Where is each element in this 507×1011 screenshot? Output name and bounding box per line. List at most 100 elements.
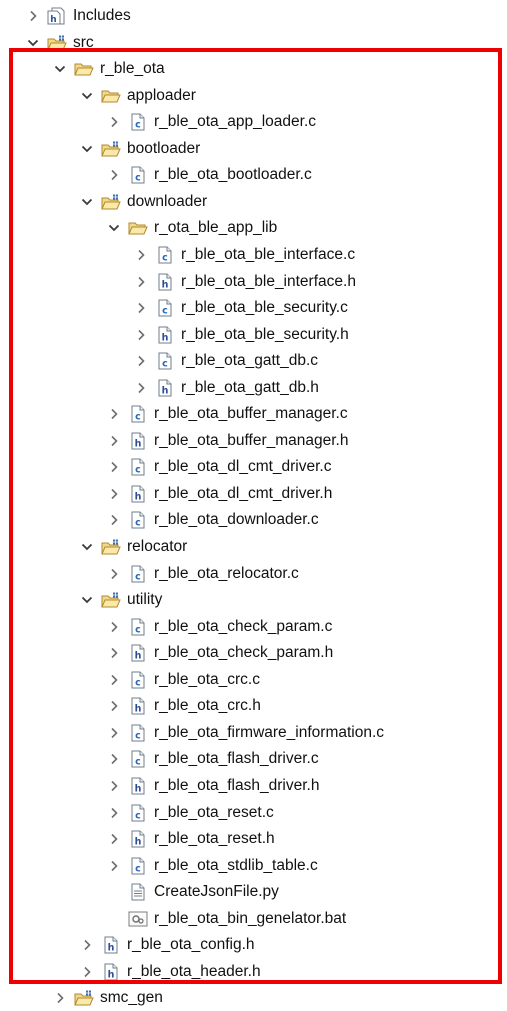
c-file-icon: c <box>128 565 148 583</box>
tree-item-relocator[interactable]: relocator <box>79 534 187 560</box>
tree-item-r-ble-ota-ble-security-h[interactable]: h r_ble_ota_ble_security.h <box>133 322 349 348</box>
tree-item-label: relocator <box>127 538 188 555</box>
chevron-right-icon[interactable] <box>133 247 149 263</box>
svg-text:c: c <box>135 412 141 423</box>
tree-item-label: r_ble_ota_firmware_information.c <box>154 723 385 741</box>
tree-item-includes[interactable]: h Includes <box>25 3 131 29</box>
chevron-down-icon[interactable] <box>106 220 122 236</box>
chevron-right-icon[interactable] <box>106 406 122 422</box>
chevron-right-icon[interactable] <box>133 300 149 316</box>
chevron-right-icon[interactable] <box>106 512 122 528</box>
tree-item-r-ble-ota-gatt-db-c[interactable]: c r_ble_ota_gatt_db.c <box>133 348 318 374</box>
chevron-down-icon[interactable] <box>25 35 41 51</box>
tree-item-r-ble-ota-buffer-manager-h[interactable]: h r_ble_ota_buffer_manager.h <box>106 428 348 454</box>
tree-item-r-ble-ota[interactable]: r_ble_ota <box>52 56 165 82</box>
tree-item-r-ble-ota-flash-driver-h[interactable]: h r_ble_ota_flash_driver.h <box>106 773 319 799</box>
tree-item-apploader[interactable]: apploader <box>79 83 196 109</box>
tree-item-label: Includes <box>73 7 131 24</box>
tree-item-r-ble-ota-gatt-db-h[interactable]: h r_ble_ota_gatt_db.h <box>133 375 319 401</box>
tree-item-r-ble-ota-firmware-information-c[interactable]: c r_ble_ota_firmware_information.c <box>106 720 384 746</box>
tree-item-r-ble-ota-ble-interface-h[interactable]: h r_ble_ota_ble_interface.h <box>133 269 356 295</box>
tree-item-r-ble-ota-flash-driver-c[interactable]: c r_ble_ota_flash_driver.c <box>106 746 319 772</box>
h-file-icon: h <box>101 963 121 981</box>
tree-item-r-ble-ota-crc-h[interactable]: h r_ble_ota_crc.h <box>106 693 261 719</box>
tree-item-bootloader[interactable]: bootloader <box>79 136 200 162</box>
tree-item-r-ble-ota-bootloader-c[interactable]: c r_ble_ota_bootloader.c <box>106 162 312 188</box>
svg-text:c: c <box>135 624 141 635</box>
tree-item-r-ble-ota-crc-c[interactable]: c r_ble_ota_crc.c <box>106 667 260 693</box>
tree-item-label: r_ble_ota_reset.h <box>154 830 275 848</box>
chevron-down-icon[interactable] <box>52 61 68 77</box>
chevron-right-icon[interactable] <box>79 964 95 980</box>
c-file-icon: c <box>155 246 175 264</box>
chevron-right-icon[interactable] <box>106 778 122 794</box>
chevron-down-icon[interactable] <box>79 539 95 555</box>
chevron-down-icon[interactable] <box>79 194 95 210</box>
svg-text:h: h <box>50 15 56 25</box>
tree-item-r-ble-ota-bin-genelator-bat[interactable]: r_ble_ota_bin_genelator.bat <box>106 906 346 932</box>
tree-item-label: r_ble_ota_dl_cmt_driver.h <box>154 484 333 502</box>
chevron-right-icon[interactable] <box>133 380 149 396</box>
svg-text:c: c <box>135 757 141 768</box>
h-file-icon: h <box>128 432 148 450</box>
chevron-right-icon[interactable] <box>106 459 122 475</box>
chevron-right-icon[interactable] <box>106 619 122 635</box>
chevron-right-icon[interactable] <box>133 327 149 343</box>
tree-item-utility[interactable]: utility <box>79 587 162 613</box>
chevron-right-icon[interactable] <box>106 167 122 183</box>
svg-text:h: h <box>135 438 142 449</box>
tree-item-label: downloader <box>127 192 208 210</box>
tree-item-createjsonfile-py[interactable]: CreateJsonFile.py <box>106 879 279 905</box>
tree-item-r-ble-ota-header-h[interactable]: h r_ble_ota_header.h <box>79 959 261 985</box>
tree-item-r-ble-ota-relocator-c[interactable]: c r_ble_ota_relocator.c <box>106 561 299 587</box>
chevron-right-icon[interactable] <box>106 751 122 767</box>
svg-text:c: c <box>135 120 141 131</box>
tree-item-r-ble-ota-stdlib-table-c[interactable]: c r_ble_ota_stdlib_table.c <box>106 853 318 879</box>
tree-item-r-ble-ota-ble-interface-c[interactable]: c r_ble_ota_ble_interface.c <box>133 242 355 268</box>
tree-item-downloader[interactable]: downloader <box>79 189 207 215</box>
tree-item-r-ble-ota-downloader-c[interactable]: c r_ble_ota_downloader.c <box>106 507 319 533</box>
c-file-icon: c <box>128 750 148 768</box>
tree-item-label: r_ble_ota_crc.h <box>154 697 261 715</box>
chevron-right-icon[interactable] <box>106 433 122 449</box>
tree-item-r-ble-ota-dl-cmt-driver-c[interactable]: c r_ble_ota_dl_cmt_driver.c <box>106 454 332 480</box>
tree-item-r-ble-ota-check-param-h[interactable]: h r_ble_ota_check_param.h <box>106 640 333 666</box>
source-folder-icon <box>101 193 121 211</box>
chevron-right-icon[interactable] <box>106 805 122 821</box>
tree-item-label: r_ble_ota_crc.c <box>154 670 260 688</box>
tree-item-r-ota-ble-app-lib[interactable]: r_ota_ble_app_lib <box>106 215 277 241</box>
tree-item-r-ble-ota-dl-cmt-driver-h[interactable]: h r_ble_ota_dl_cmt_driver.h <box>106 481 332 507</box>
chevron-right-icon[interactable] <box>106 645 122 661</box>
tree-item-label: r_ble_ota_gatt_db.c <box>181 352 319 370</box>
chevron-right-icon[interactable] <box>52 990 68 1006</box>
chevron-down-icon[interactable] <box>79 141 95 157</box>
chevron-right-icon[interactable] <box>25 8 41 24</box>
chevron-right-icon[interactable] <box>133 274 149 290</box>
h-file-icon: h <box>155 326 175 344</box>
tree-item-r-ble-ota-reset-c[interactable]: c r_ble_ota_reset.c <box>106 800 274 826</box>
tree-item-src[interactable]: src <box>25 30 94 56</box>
tree-item-r-ble-ota-app-loader-c[interactable]: c r_ble_ota_app_loader.c <box>106 109 316 135</box>
chevron-right-icon[interactable] <box>79 937 95 953</box>
tree-item-r-ble-ota-config-h[interactable]: h r_ble_ota_config.h <box>79 932 255 958</box>
source-folder-icon <box>101 591 121 609</box>
tree-item-r-ble-ota-ble-security-c[interactable]: c r_ble_ota_ble_security.c <box>133 295 348 321</box>
tree-item-smc-gen[interactable]: smc_gen <box>52 985 163 1011</box>
chevron-right-icon[interactable] <box>106 672 122 688</box>
chevron-right-icon[interactable] <box>106 114 122 130</box>
chevron-down-icon[interactable] <box>79 592 95 608</box>
chevron-right-icon[interactable] <box>106 698 122 714</box>
chevron-right-icon[interactable] <box>106 831 122 847</box>
chevron-right-icon[interactable] <box>106 725 122 741</box>
tree-item-r-ble-ota-buffer-manager-c[interactable]: c r_ble_ota_buffer_manager.c <box>106 401 348 427</box>
chevron-right-icon[interactable] <box>133 353 149 369</box>
tree-item-label: src <box>73 33 94 51</box>
chevron-down-icon[interactable] <box>79 88 95 104</box>
chevron-right-icon[interactable] <box>106 486 122 502</box>
tree-item-r-ble-ota-reset-h[interactable]: h r_ble_ota_reset.h <box>106 826 275 852</box>
svg-text:h: h <box>162 332 169 343</box>
chevron-right-icon[interactable] <box>106 566 122 582</box>
svg-text:h: h <box>135 837 142 848</box>
tree-item-r-ble-ota-check-param-c[interactable]: c r_ble_ota_check_param.c <box>106 614 332 640</box>
chevron-right-icon[interactable] <box>106 858 122 874</box>
